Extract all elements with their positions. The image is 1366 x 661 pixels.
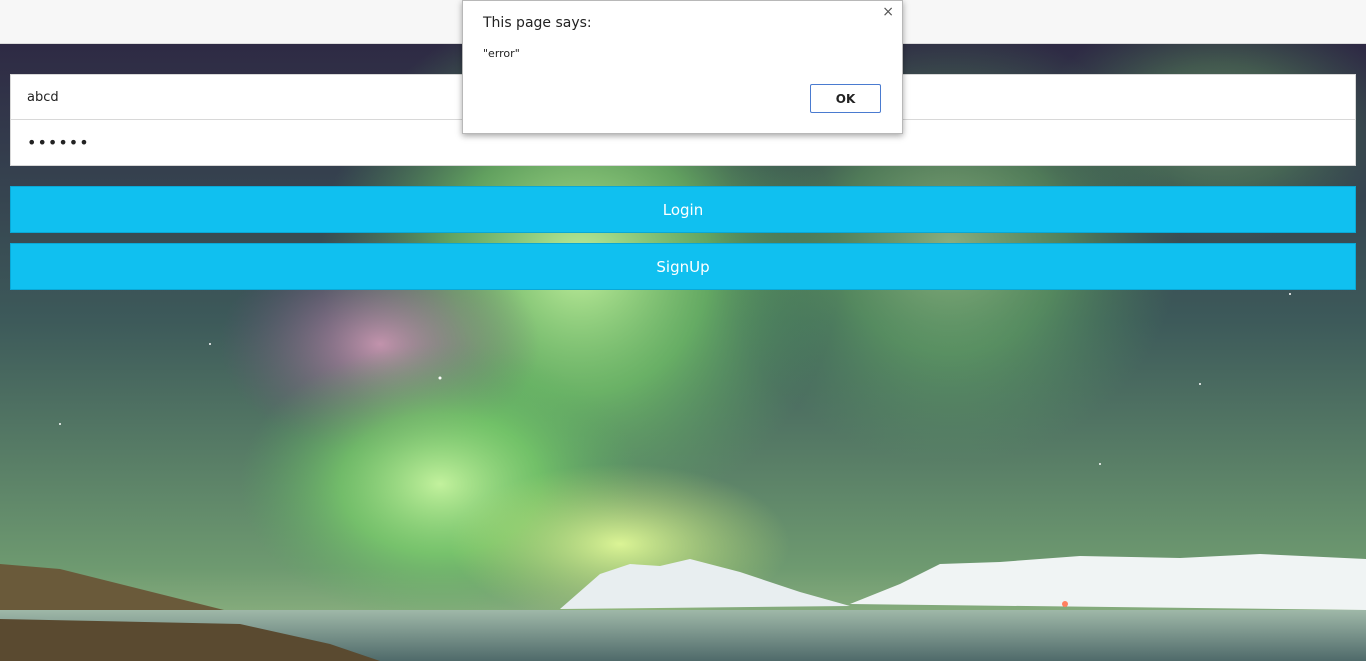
ok-button[interactable]: OK <box>810 84 881 113</box>
signup-button[interactable]: SignUp <box>10 243 1356 290</box>
close-icon[interactable]: × <box>882 4 894 20</box>
dialog-message: "error" <box>483 47 520 60</box>
alert-dialog: This page says: × "error" OK <box>462 0 903 134</box>
login-button[interactable]: Login <box>10 186 1356 233</box>
dialog-title: This page says: <box>483 15 592 31</box>
